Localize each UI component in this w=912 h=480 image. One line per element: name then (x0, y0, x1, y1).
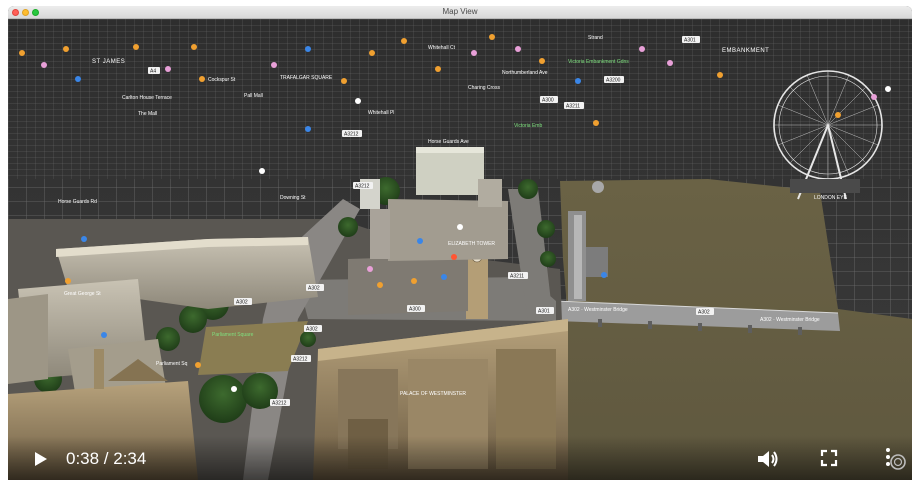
place-label-victoria-emb-gardens: Victoria Embankment Gdns (568, 59, 629, 65)
fullscreen-button[interactable] (819, 448, 839, 468)
place-label-st-james: ST JAMES (92, 59, 125, 65)
street-label-cockspur: Cockspur St (208, 77, 236, 83)
street-label-the-mall: The Mall (138, 111, 157, 117)
street-label-northumberland: Northumberland Ave (502, 70, 548, 76)
play-icon (35, 452, 47, 466)
road-badge-a3212-c: A3212 (353, 182, 373, 190)
street-label-parliament-sq: Parliament Sq (156, 361, 188, 367)
svg-text:A3200: A3200 (606, 78, 621, 84)
road-badge-a302-lower: A302 (304, 325, 322, 333)
svg-text:A302: A302 (306, 327, 318, 333)
road-badge-a301-top: A301 (682, 36, 700, 44)
svg-text:A301: A301 (684, 38, 696, 44)
svg-text:A302: A302 (698, 310, 710, 316)
speaker-icon (758, 451, 778, 467)
volume-button[interactable] (756, 448, 780, 470)
svg-text:A3212: A3212 (355, 184, 370, 190)
street-label-whitehall-court: Whitehall Ct (428, 45, 456, 51)
street-label-pall-mall: Pall Mall (244, 93, 263, 99)
road-badge-a301: A301 (536, 307, 554, 315)
svg-text:A3212: A3212 (293, 357, 308, 363)
svg-text:A302: A302 (308, 286, 320, 292)
svg-text:A301: A301 (538, 309, 550, 315)
street-label-whitehall: Whitehall Pl (368, 110, 394, 116)
video-controls: 0:38 / 2:34 (8, 436, 912, 480)
street-label-strand: Strand (588, 35, 603, 41)
fullscreen-icon (820, 449, 838, 467)
street-label-great-george: Great George St (64, 291, 101, 297)
street-label-downing: Downing St (280, 195, 306, 201)
playback-time: 0:38 / 2:34 (66, 449, 147, 468)
road-badge-a3200: A3200 (604, 76, 624, 84)
map-viewport[interactable]: A302 A302 A302 A300 A3212 A3212 A3212 A3… (8, 19, 912, 480)
road-badge-a3212-b: A3212 (270, 399, 290, 407)
svg-text:A3212: A3212 (344, 132, 359, 138)
more-options-button[interactable] (882, 444, 908, 472)
place-label-elizabeth-tower: ELIZABETH TOWER (448, 241, 495, 247)
road-badge-a3211-top: A3211 (564, 102, 584, 110)
street-label-charing-cross: Charing Cross (468, 85, 500, 91)
street-label-westminster-bridge-1: A302 · Westminster Bridge (568, 307, 628, 313)
road-badge-a3211: A3211 (508, 272, 528, 280)
road-badge-a300-top: A300 (540, 96, 558, 104)
title-bar: Map View (8, 6, 912, 19)
place-label-embankment: EMBANKMENT (722, 48, 769, 54)
road-badge-a3212-a: A3212 (291, 355, 311, 363)
street-label-westminster-bridge-2: A302 · Westminster Bridge (760, 317, 820, 323)
street-label-victoria-emb: Victoria Emb (514, 123, 542, 129)
more-icon (886, 448, 906, 470)
svg-text:A300: A300 (542, 98, 554, 104)
road-badge-a300: A300 (407, 305, 425, 313)
road-badge-a302-left: A302 (234, 298, 252, 306)
road-badge-a302-bridge: A302 (696, 308, 714, 316)
svg-text:A3211: A3211 (510, 274, 524, 280)
street-label-carlton: Carlton House Terrace (122, 95, 172, 101)
place-label-palace-of-westminster: PALACE OF WESTMINSTER (400, 391, 466, 397)
window-title: Map View (442, 7, 478, 16)
place-label-london-eye: LONDON EYE (814, 195, 847, 201)
svg-text:A3212: A3212 (272, 401, 287, 407)
road-badge-a4: A4 (148, 67, 160, 75)
street-label-horse-guards-rd: Horse Guards Rd (58, 199, 97, 205)
map-view-window: Map View A302 A302 A302 A300 A3212 A3212… (8, 6, 912, 480)
svg-text:A4: A4 (150, 69, 156, 75)
place-label-trafalgar: TRAFALGAR SQUARE (280, 75, 333, 81)
street-label-horse-guards: Horse Guards Ave (428, 139, 469, 145)
map-3d-scene[interactable]: A302 A302 A302 A300 A3212 A3212 A3212 A3… (8, 19, 912, 480)
svg-text:A300: A300 (409, 307, 421, 313)
place-label-parliament-square: Parliament Square (212, 332, 254, 338)
ministry-of-defence (416, 147, 484, 195)
svg-text:A302: A302 (236, 300, 248, 306)
road-badge-a3212-d: A3212 (342, 130, 362, 138)
play-button[interactable] (30, 449, 50, 469)
road-badge-a302-mid: A302 (306, 284, 324, 292)
svg-text:A3211: A3211 (566, 104, 580, 110)
